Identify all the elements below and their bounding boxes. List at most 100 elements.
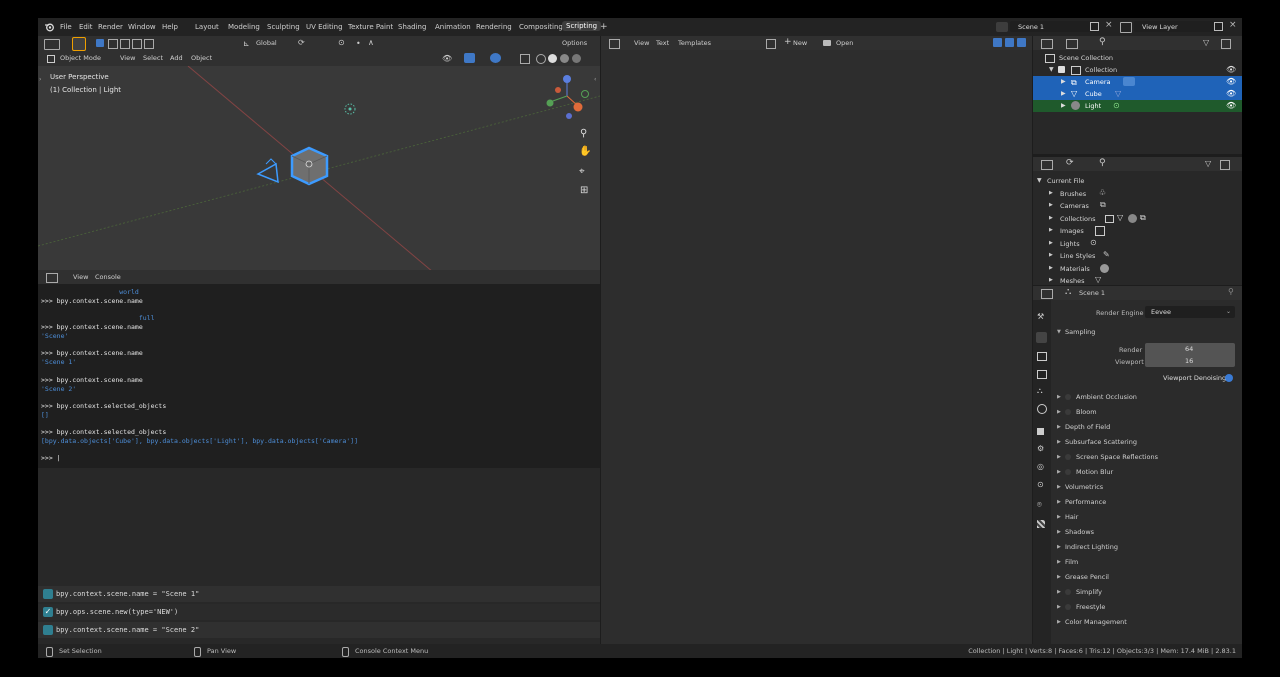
tool-tab-icon[interactable]: ⚒ xyxy=(1037,312,1044,321)
subsurface-scattering-panel[interactable]: ▶ Subsurface Scattering xyxy=(1055,436,1239,449)
eye-icon[interactable]: 👁 xyxy=(1226,77,1236,86)
tab-sculpting[interactable]: Sculpting xyxy=(267,23,300,31)
world-tab-icon[interactable] xyxy=(1037,404,1047,414)
snap-icon[interactable]: ⊙ xyxy=(338,38,345,47)
perspective-toggle-icon[interactable]: ⊞ xyxy=(580,185,588,196)
display-mode-icon[interactable] xyxy=(1066,39,1078,49)
new-view-layer-icon[interactable] xyxy=(1214,22,1223,31)
properties-editor-type-icon[interactable] xyxy=(1041,289,1053,299)
shading-wireframe-icon[interactable] xyxy=(536,54,546,64)
view-layer-tab-icon[interactable] xyxy=(1037,370,1047,379)
color-management-panel[interactable]: ▶ Color Management xyxy=(1055,616,1239,629)
shadows-panel[interactable]: ▶ Shadows xyxy=(1055,526,1239,539)
new-text-button[interactable]: New xyxy=(793,39,807,47)
delete-scene-icon[interactable]: × xyxy=(1105,20,1113,30)
text-editor-type-icon[interactable] xyxy=(609,39,620,49)
pivot-point-icon[interactable]: ⟳ xyxy=(298,38,305,47)
data-linestyles-row[interactable]: ▶ Line Styles ✎ xyxy=(1033,250,1242,262)
tab-uv-editing[interactable]: UV Editing xyxy=(306,23,343,31)
console-prompt[interactable]: >>> | xyxy=(41,454,61,462)
viewport-menu-view[interactable]: View xyxy=(120,54,135,62)
volumetrics-panel[interactable]: ▶ Volumetrics xyxy=(1055,481,1239,494)
filter-icon[interactable]: ▽ xyxy=(1205,159,1211,168)
folder-icon[interactable] xyxy=(823,40,831,46)
eye-icon[interactable]: 👁 xyxy=(1226,89,1236,98)
menu-window[interactable]: Window xyxy=(128,23,156,31)
toolbar-toggle-arrow-icon[interactable]: › xyxy=(39,76,41,83)
viewport-denoising-checkbox[interactable] xyxy=(1225,374,1233,382)
blender-logo-icon[interactable] xyxy=(44,22,54,32)
visibility-icon[interactable]: 👁 xyxy=(442,54,452,63)
grease-pencil-panel[interactable]: ▶ Grease Pencil xyxy=(1055,571,1239,584)
data-lights-row[interactable]: ▶ Lights ⊙ xyxy=(1033,238,1242,250)
tab-shading[interactable]: Shading xyxy=(398,23,426,31)
output-tab-icon[interactable] xyxy=(1037,352,1047,361)
console-menu-view[interactable]: View xyxy=(73,273,88,281)
select-invert-icon[interactable] xyxy=(132,39,142,49)
tab-modeling[interactable]: Modeling xyxy=(228,23,260,31)
object-mode-icon[interactable] xyxy=(47,55,55,63)
menu-render[interactable]: Render xyxy=(98,23,123,31)
tab-layout[interactable]: Layout xyxy=(195,23,219,31)
scene-tab-icon[interactable]: ⛬ xyxy=(1037,386,1043,396)
data-images-row[interactable]: ▶ Images xyxy=(1033,225,1242,237)
transform-orientation-value[interactable]: Global xyxy=(256,39,277,47)
ambient-occlusion-toggle[interactable] xyxy=(1065,394,1071,400)
text-menu-text[interactable]: Text xyxy=(656,39,669,47)
new-scene-icon[interactable] xyxy=(1090,22,1099,31)
expand-arrow-icon[interactable]: ▶ xyxy=(1049,277,1053,283)
data-collections-row[interactable]: ▶ Collections ▽ ⧉ xyxy=(1033,213,1242,225)
sidebar-toggle-arrow-icon[interactable]: ‹ xyxy=(594,76,596,83)
bloom-panel[interactable]: ▶ Bloom xyxy=(1055,406,1239,419)
expand-arrow-icon[interactable]: ▶ xyxy=(1061,102,1066,109)
3d-viewport[interactable]: User Perspective (1) Collection | Light … xyxy=(38,66,600,272)
motion-blur-panel[interactable]: ▶ Motion Blur xyxy=(1055,466,1239,479)
ambient-occlusion-panel[interactable]: ▶ Ambient Occlusion xyxy=(1055,391,1239,404)
current-file-row[interactable]: ▼ Current File xyxy=(1033,175,1242,187)
xray-toggle-icon[interactable] xyxy=(520,54,530,64)
expand-arrow-icon[interactable]: ▶ xyxy=(1049,202,1053,208)
ssr-toggle[interactable] xyxy=(1065,454,1071,460)
select-subtract-icon[interactable] xyxy=(120,39,130,49)
tab-texture-paint[interactable]: Texture Paint xyxy=(348,23,393,31)
orphan-data-icon[interactable] xyxy=(1220,160,1230,170)
viewport-scene[interactable] xyxy=(38,66,600,272)
viewport-menu-add[interactable]: Add xyxy=(170,54,183,62)
tab-animation[interactable]: Animation xyxy=(435,23,471,31)
viewport-menu-select[interactable]: Select xyxy=(143,54,163,62)
pin-icon[interactable]: ⚲ xyxy=(1228,287,1234,296)
expand-arrow-icon[interactable]: ▶ xyxy=(1049,252,1053,258)
hair-panel[interactable]: ▶ Hair xyxy=(1055,511,1239,524)
light-data-icon[interactable]: ⊙ xyxy=(1113,101,1120,110)
expand-arrow-icon[interactable]: ▶ xyxy=(1049,265,1053,271)
checkbox-icon[interactable] xyxy=(1058,66,1065,73)
select-tool-icon[interactable] xyxy=(72,37,86,51)
select-mode-icon[interactable] xyxy=(96,39,104,47)
expand-arrow-icon[interactable]: ▶ xyxy=(1061,90,1066,97)
viewport-options-button[interactable]: Options xyxy=(562,39,587,47)
expand-arrow-icon[interactable]: ▶ xyxy=(1049,227,1053,233)
outliner-object-light[interactable]: ▶ Light ⊙ 👁 xyxy=(1033,100,1242,112)
shading-rendered-icon[interactable] xyxy=(572,54,581,63)
expand-arrow-icon[interactable]: ▼ xyxy=(1037,177,1042,184)
outliner-search-icon[interactable]: ⚲ xyxy=(1099,158,1106,168)
outliner-editor-type-icon[interactable] xyxy=(1041,160,1053,170)
tab-rendering[interactable]: Rendering xyxy=(476,23,512,31)
camera-data-icon[interactable] xyxy=(1123,77,1135,86)
outliner-object-cube[interactable]: ▶ ▽ Cube ▽ 👁 xyxy=(1033,88,1242,100)
outliner-scene-collection[interactable]: Scene Collection xyxy=(1033,52,1242,64)
line-numbers-toggle-icon[interactable] xyxy=(993,38,1002,47)
data-brushes-row[interactable]: ▶ Brushes ♧ xyxy=(1033,188,1242,200)
film-panel[interactable]: ▶ Film xyxy=(1055,556,1239,569)
sampling-panel-header[interactable]: ▼ Sampling xyxy=(1055,326,1239,339)
simplify-toggle[interactable] xyxy=(1065,589,1071,595)
object-tab-icon[interactable] xyxy=(1037,428,1044,435)
expand-arrow-icon[interactable]: ▶ xyxy=(1061,78,1066,85)
info-log-row[interactable]: bpy.context.scene.name = "Scene 2" xyxy=(38,622,600,638)
overlay-toggle-icon[interactable] xyxy=(490,53,501,63)
new-collection-icon[interactable] xyxy=(1221,39,1231,49)
modifiers-tab-icon[interactable]: ⚙ xyxy=(1037,444,1044,453)
depth-of-field-panel[interactable]: ▶ Depth of Field xyxy=(1055,421,1239,434)
camera-view-icon[interactable]: ⌖ xyxy=(579,166,585,177)
delete-view-layer-icon[interactable]: × xyxy=(1229,20,1237,30)
